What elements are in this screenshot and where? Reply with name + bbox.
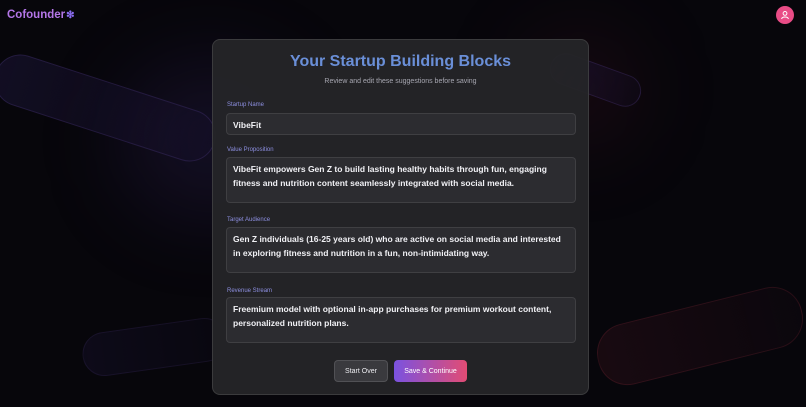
revenue-stream-textarea[interactable]: Freemium model with optional in-app purc… [226, 297, 576, 343]
background-decoration [590, 280, 806, 392]
revenue-stream-label: Revenue Stream [227, 288, 273, 294]
logo-text: Cofounder [7, 9, 66, 21]
start-over-button[interactable]: Start Over [334, 360, 388, 382]
app-logo[interactable]: Cofounder❇ [7, 9, 75, 21]
value-proposition-textarea[interactable]: VibeFit empowers Gen Z to build lasting … [226, 157, 576, 203]
value-proposition-label: Value Proposition [227, 147, 274, 153]
page-subtitle: Review and edit these suggestions before… [324, 78, 477, 85]
background-decoration [79, 315, 230, 379]
sparkle-icon: ❇ [66, 10, 75, 21]
save-continue-button[interactable]: Save & Continue [394, 360, 467, 382]
page-title: Your Startup Building Blocks [289, 53, 512, 70]
user-icon [781, 11, 789, 20]
target-audience-textarea[interactable]: Gen Z individuals (16-25 years old) who … [226, 227, 576, 273]
building-blocks-card: Your Startup Building Blocks Review and … [212, 39, 589, 395]
user-avatar-button[interactable] [776, 6, 794, 24]
startup-name-input[interactable]: VibeFit [226, 113, 576, 135]
startup-name-label: Startup Name [227, 102, 265, 108]
target-audience-label: Target Audience [227, 217, 271, 223]
